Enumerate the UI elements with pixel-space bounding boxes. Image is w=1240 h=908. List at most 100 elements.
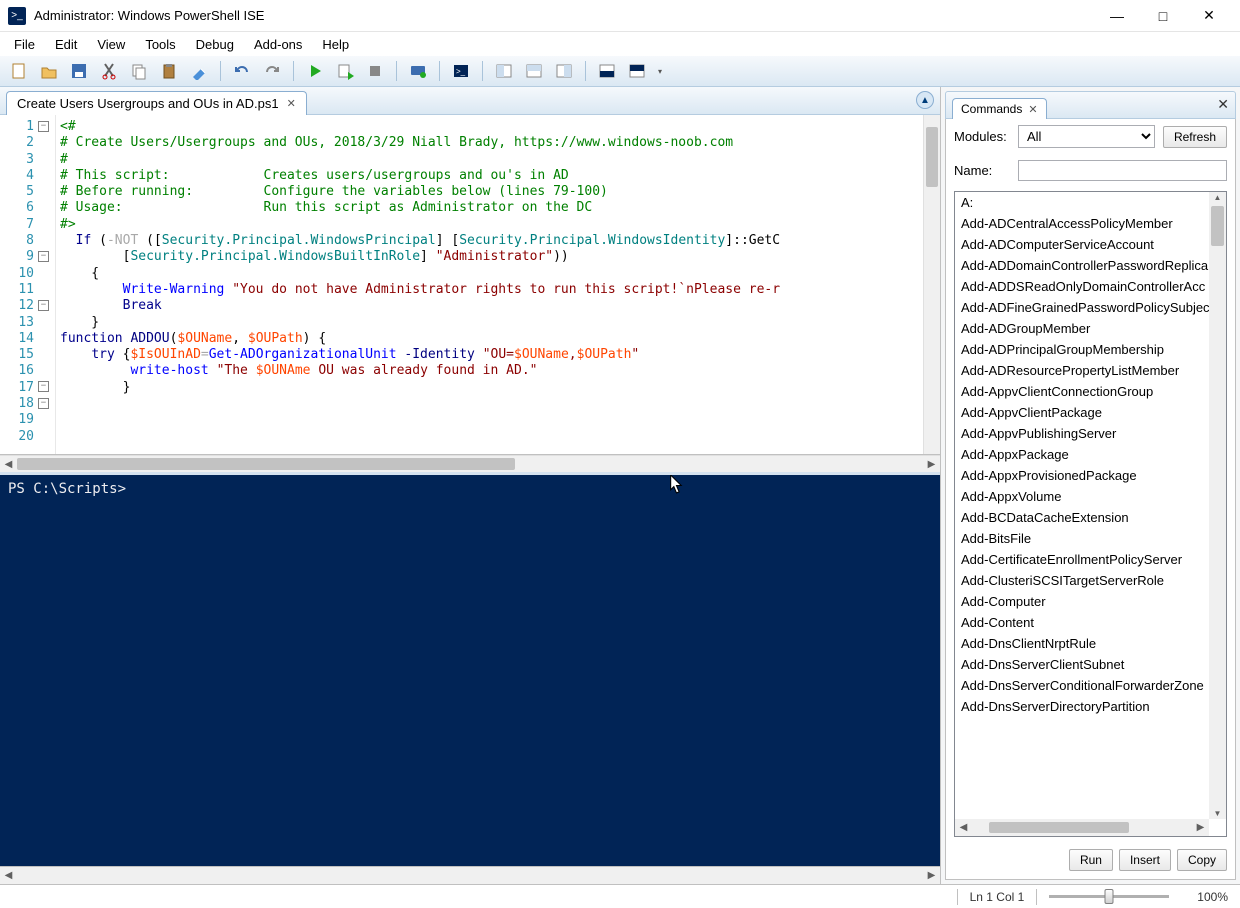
editor-vscrollbar[interactable]: [923, 115, 940, 454]
menu-help[interactable]: Help: [312, 35, 359, 54]
menu-add-ons[interactable]: Add-ons: [244, 35, 312, 54]
command-item[interactable]: Add-ADComputerServiceAccount: [955, 234, 1209, 255]
command-item[interactable]: Add-ClusteriSCSITargetServerRole: [955, 570, 1209, 591]
commands-tab-label: Commands: [961, 102, 1022, 116]
tab-scroll-up[interactable]: ▲: [916, 91, 934, 109]
editor-content[interactable]: <## Create Users/Usergroups and OUs, 201…: [56, 115, 923, 454]
undo-icon[interactable]: [229, 59, 255, 83]
clear-icon[interactable]: [186, 59, 212, 83]
window-title: Administrator: Windows PowerShell ISE: [34, 8, 1094, 23]
commands-hscrollbar[interactable]: ◀ ▶: [955, 819, 1209, 836]
panes-1-icon[interactable]: [491, 59, 517, 83]
command-item[interactable]: Add-ADPrincipalGroupMembership: [955, 339, 1209, 360]
command-item[interactable]: Add-ADDSReadOnlyDomainControllerAcc: [955, 276, 1209, 297]
command-item[interactable]: Add-ADFineGrainedPasswordPolicySubjec: [955, 297, 1209, 318]
panes-3-icon[interactable]: [551, 59, 577, 83]
layout-a-icon[interactable]: [594, 59, 620, 83]
console[interactable]: PS C:\Scripts>: [0, 472, 940, 867]
run-icon[interactable]: [302, 59, 328, 83]
code-editor[interactable]: 1−23456789−101112−1314151617−18−1920 <##…: [0, 115, 940, 455]
run-button[interactable]: Run: [1069, 849, 1113, 871]
command-item[interactable]: Add-DnsServerClientSubnet: [955, 654, 1209, 675]
remote-icon[interactable]: [405, 59, 431, 83]
refresh-button[interactable]: Refresh: [1163, 126, 1227, 148]
command-item[interactable]: Add-ADDomainControllerPasswordReplica: [955, 255, 1209, 276]
fold-toggle[interactable]: −: [38, 121, 49, 132]
commands-vscrollbar[interactable]: [1209, 192, 1226, 819]
toolbar-overflow-icon[interactable]: ▾: [654, 59, 666, 83]
modules-select[interactable]: All: [1018, 125, 1155, 148]
minimize-button[interactable]: ―: [1094, 2, 1140, 30]
fold-toggle[interactable]: −: [38, 398, 49, 409]
menu-file[interactable]: File: [4, 35, 45, 54]
editor-hscrollbar[interactable]: ◀ ▶: [0, 455, 940, 472]
console-hscrollbar[interactable]: ◀ ▶: [0, 867, 940, 884]
panel-close-icon[interactable]: ✕: [1217, 96, 1229, 113]
menu-tools[interactable]: Tools: [135, 35, 185, 54]
mouse-cursor-icon: [670, 475, 686, 497]
open-icon[interactable]: [36, 59, 62, 83]
command-item[interactable]: Add-AppxVolume: [955, 486, 1209, 507]
command-item[interactable]: A:: [955, 192, 1209, 213]
command-item[interactable]: Add-ADCentralAccessPolicyMember: [955, 213, 1209, 234]
command-item[interactable]: Add-AppxProvisionedPackage: [955, 465, 1209, 486]
command-item[interactable]: Add-AppvClientPackage: [955, 402, 1209, 423]
editor-tab-active[interactable]: Create Users Usergroups and OUs in AD.ps…: [6, 91, 307, 115]
paste-icon[interactable]: [156, 59, 182, 83]
editor-tabs: Create Users Usergroups and OUs in AD.ps…: [0, 87, 940, 115]
titlebar: >_ Administrator: Windows PowerShell ISE…: [0, 0, 1240, 32]
zoom-slider[interactable]: [1049, 895, 1169, 898]
statusbar: Ln 1 Col 1 100%: [0, 884, 1240, 908]
command-item[interactable]: Add-BitsFile: [955, 528, 1209, 549]
svg-text:>_: >_: [456, 67, 466, 76]
panes-2-icon[interactable]: [521, 59, 547, 83]
stop-icon[interactable]: [362, 59, 388, 83]
name-label: Name:: [954, 163, 1010, 178]
fold-toggle[interactable]: −: [38, 300, 49, 311]
command-item[interactable]: Add-AppvClientConnectionGroup: [955, 381, 1209, 402]
menu-view[interactable]: View: [87, 35, 135, 54]
command-item[interactable]: Add-ADGroupMember: [955, 318, 1209, 339]
copy-button[interactable]: Copy: [1177, 849, 1227, 871]
maximize-button[interactable]: □: [1140, 2, 1186, 30]
editor-tab-label: Create Users Usergroups and OUs in AD.ps…: [17, 96, 279, 111]
layout-b-icon[interactable]: [624, 59, 650, 83]
commands-list[interactable]: A:Add-ADCentralAccessPolicyMemberAdd-ADC…: [954, 191, 1227, 837]
insert-button[interactable]: Insert: [1119, 849, 1171, 871]
console-prompt: PS C:\Scripts>: [8, 481, 126, 497]
commands-panel: Commands ✕ ✕ Modules: All Refresh Name: …: [940, 87, 1240, 884]
toolbar: >_ ▾: [0, 56, 1240, 87]
console-icon[interactable]: >_: [448, 59, 474, 83]
close-button[interactable]: ✕: [1186, 2, 1232, 30]
command-item[interactable]: Add-DnsServerDirectoryPartition: [955, 696, 1209, 717]
fold-toggle[interactable]: −: [38, 251, 49, 262]
command-item[interactable]: Add-DnsClientNrptRule: [955, 633, 1209, 654]
command-item[interactable]: Add-Content: [955, 612, 1209, 633]
menubar: FileEditViewToolsDebugAdd-onsHelp: [0, 32, 1240, 56]
command-item[interactable]: Add-DnsServerConditionalForwarderZone: [955, 675, 1209, 696]
command-item[interactable]: Add-CertificateEnrollmentPolicyServer: [955, 549, 1209, 570]
name-input[interactable]: [1018, 160, 1227, 181]
cut-icon[interactable]: [96, 59, 122, 83]
app-icon: >_: [8, 7, 26, 25]
redo-icon[interactable]: [259, 59, 285, 83]
save-icon[interactable]: [66, 59, 92, 83]
menu-debug[interactable]: Debug: [186, 35, 244, 54]
cursor-position: Ln 1 Col 1: [970, 890, 1025, 904]
modules-label: Modules:: [954, 129, 1010, 144]
command-item[interactable]: Add-BCDataCacheExtension: [955, 507, 1209, 528]
menu-edit[interactable]: Edit: [45, 35, 87, 54]
zoom-value: 100%: [1197, 890, 1228, 904]
commands-tab[interactable]: Commands ✕: [952, 98, 1047, 119]
close-icon[interactable]: ✕: [287, 97, 296, 110]
command-item[interactable]: Add-AppvPublishingServer: [955, 423, 1209, 444]
run-selection-icon[interactable]: [332, 59, 358, 83]
command-item[interactable]: Add-Computer: [955, 591, 1209, 612]
editor-gutter: 1−23456789−101112−1314151617−18−1920: [0, 115, 56, 454]
close-icon[interactable]: ✕: [1028, 103, 1037, 116]
new-icon[interactable]: [6, 59, 32, 83]
command-item[interactable]: Add-AppxPackage: [955, 444, 1209, 465]
fold-toggle[interactable]: −: [38, 381, 49, 392]
command-item[interactable]: Add-ADResourcePropertyListMember: [955, 360, 1209, 381]
copy-icon[interactable]: [126, 59, 152, 83]
